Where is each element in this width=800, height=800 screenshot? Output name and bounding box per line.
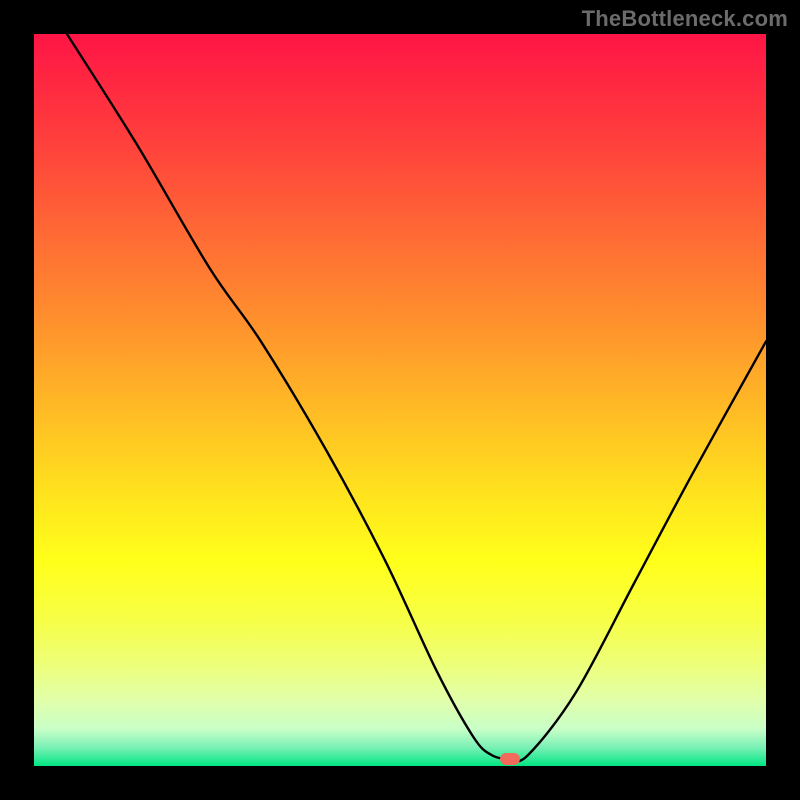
plot-area <box>34 34 766 766</box>
curve-layer <box>34 34 766 766</box>
optimal-marker <box>500 753 520 765</box>
chart-frame: TheBottleneck.com <box>0 0 800 800</box>
watermark-text: TheBottleneck.com <box>582 6 788 32</box>
bottleneck-curve <box>67 34 766 761</box>
